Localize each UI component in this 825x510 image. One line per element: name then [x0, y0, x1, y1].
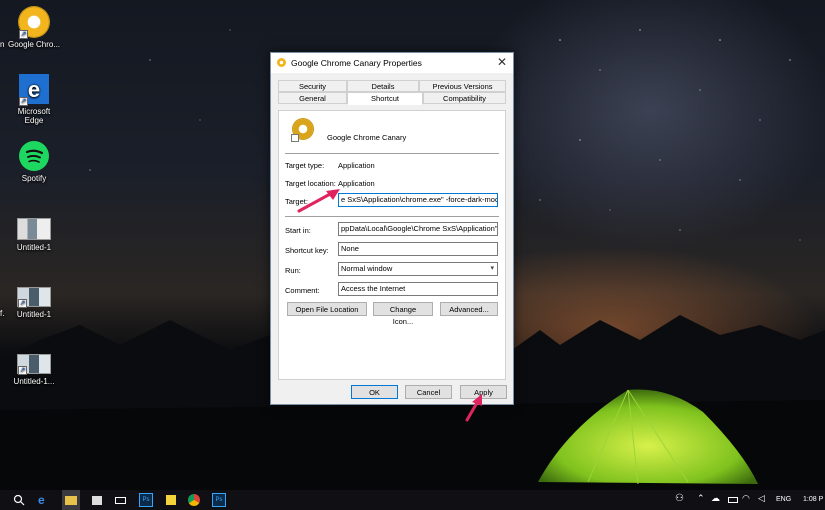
tab-security[interactable]: Security: [278, 80, 347, 92]
desktop-icon-untitled-1c[interactable]: ↗ Untitled-1...: [1, 354, 67, 386]
cancel-button[interactable]: Cancel: [405, 385, 452, 399]
desktop-icon-label: Spotify: [21, 174, 47, 183]
volume-icon[interactable]: ◁: [758, 493, 772, 507]
shortcut-panel: Google Chrome Canary Target type: Applic…: [278, 110, 506, 380]
tab-row-bottom: General Shortcut Compatibility: [278, 92, 506, 105]
spotify-icon: [19, 141, 49, 171]
properties-dialog: Google Chrome Canary Properties ✕ Securi…: [270, 52, 514, 405]
edge-taskbar-icon[interactable]: e: [38, 493, 52, 507]
desktop-icon-label: Untitled-1...: [13, 377, 55, 386]
shortcut-key-field[interactable]: None: [338, 242, 498, 256]
chevron-down-icon: ▾: [490, 265, 494, 272]
tab-row-top: Security Details Previous Versions: [278, 80, 506, 92]
change-icon-button[interactable]: Change Icon...: [373, 302, 433, 326]
photoshop-icon[interactable]: Ps: [212, 493, 226, 507]
network-icon[interactable]: ☁: [711, 493, 725, 507]
tab-previous-versions[interactable]: Previous Versions: [419, 80, 506, 92]
target-type-label: Target type:: [285, 161, 325, 170]
annotation-arrow-apply: [465, 394, 482, 422]
people-icon[interactable]: ⚇: [675, 493, 689, 507]
target-location-value: Application: [338, 179, 375, 188]
separator: [285, 216, 499, 217]
tab-details[interactable]: Details: [347, 80, 419, 92]
shortcut-arrow-icon: ↗: [19, 30, 28, 39]
mail-icon[interactable]: [114, 493, 128, 507]
comment-label: Comment:: [285, 286, 320, 295]
app-name: Google Chrome Canary: [327, 133, 407, 142]
desktop-icon-label: Google Chro...: [7, 40, 61, 49]
target-location-label: Target location:: [285, 179, 336, 188]
chrome-canary-icon: [277, 58, 286, 67]
desktop-icon-chrome-canary[interactable]: ↗ Google Chro...: [1, 7, 67, 49]
close-icon[interactable]: ✕: [497, 55, 507, 69]
wifi-icon[interactable]: ◠: [742, 493, 756, 507]
chevron-up-icon[interactable]: ⌃: [697, 493, 711, 507]
search-icon[interactable]: [12, 493, 26, 507]
desktop-icon-label: Untitled-1: [16, 243, 52, 252]
annotation-arrow-target: [297, 189, 340, 213]
taskbar: e Ps Ps ⚇ ⌃ ☁ ◠ ◁ ENG 1:08 P: [0, 490, 825, 510]
ok-button[interactable]: OK: [351, 385, 398, 399]
clipped-icon-label: f.: [0, 309, 5, 318]
battery-icon[interactable]: [728, 497, 738, 503]
photoshop-icon[interactable]: Ps: [139, 493, 153, 507]
desktop-icon-label: Microsoft Edge: [17, 107, 51, 125]
file-explorer-icon[interactable]: [62, 490, 80, 510]
shortcut-arrow-icon: ↗: [18, 299, 27, 308]
image-file-icon: [17, 218, 51, 240]
comment-field[interactable]: Access the Internet: [338, 282, 498, 296]
image-file-icon: ↗: [17, 354, 51, 375]
desktop-icon-untitled-1[interactable]: Untitled-1: [1, 218, 67, 252]
chrome-canary-icon: [291, 119, 313, 142]
chrome-canary-icon: ↗: [19, 7, 49, 39]
separator: [285, 153, 499, 154]
shortcut-arrow-icon: ↗: [18, 366, 27, 375]
start-in-label: Start in:: [285, 226, 311, 235]
dialog-body: Security Details Previous Versions Gener…: [271, 73, 513, 404]
start-in-field[interactable]: ppData\Local\Google\Chrome SxS\Applicati…: [338, 222, 498, 236]
sticky-notes-icon[interactable]: [164, 493, 178, 507]
desktop-icon-spotify[interactable]: Spotify: [1, 141, 67, 183]
target-type-value: Application: [338, 161, 375, 170]
clipped-icon-label: n: [0, 40, 5, 49]
image-file-icon: ↗: [17, 287, 51, 308]
dialog-titlebar[interactable]: Google Chrome Canary Properties ✕: [271, 53, 513, 73]
run-select-value: Normal window: [341, 264, 393, 273]
target-field[interactable]: e SxS\Application\chrome.exe" -force-dar…: [338, 193, 498, 207]
clock[interactable]: 1:08 P: [803, 496, 823, 503]
shortcut-arrow-icon: ↗: [19, 97, 28, 106]
run-select[interactable]: Normal window ▾: [338, 262, 498, 276]
desktop-icon-label: Untitled-1: [16, 310, 52, 319]
advanced-button[interactable]: Advanced...: [440, 302, 498, 316]
tent-image: [538, 389, 758, 485]
language-indicator[interactable]: ENG: [776, 496, 791, 503]
store-icon[interactable]: [90, 493, 104, 507]
run-label: Run:: [285, 266, 301, 275]
open-file-location-button[interactable]: Open File Location: [287, 302, 367, 316]
desktop-icon-untitled-1b[interactable]: ↗ Untitled-1: [1, 287, 67, 319]
edge-icon: e ↗: [19, 74, 49, 106]
desktop-icon-edge[interactable]: e ↗ Microsoft Edge: [1, 74, 67, 125]
chrome-icon[interactable]: [188, 494, 200, 506]
tab-general[interactable]: General: [278, 92, 347, 104]
tab-shortcut[interactable]: Shortcut: [347, 92, 423, 105]
shortcut-arrow-icon: [291, 134, 299, 142]
shortcut-key-label: Shortcut key:: [285, 246, 329, 255]
tab-compatibility[interactable]: Compatibility: [423, 92, 506, 104]
spotify-waves: [25, 149, 44, 163]
dialog-title: Google Chrome Canary Properties: [291, 58, 422, 68]
